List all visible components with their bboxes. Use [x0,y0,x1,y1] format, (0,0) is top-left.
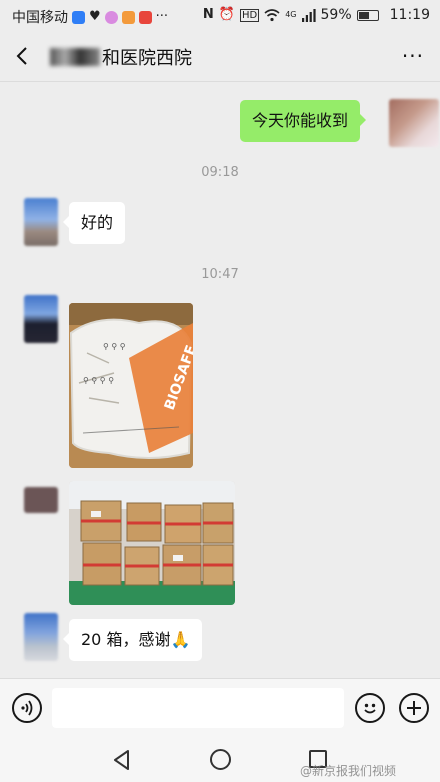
chevron-left-icon [16,47,27,65]
carrier-label: 中国移动 [12,10,68,26]
watermark: @新京报我们视频 [300,764,397,778]
contact-avatar[interactable] [24,198,58,246]
message-text: 好的 [81,213,114,232]
received-message-bubble[interactable]: 20 箱，感谢🙏 [62,619,203,661]
battery-percent: 59% [320,7,352,23]
redacted-name [50,48,100,66]
cartons-photo-image [69,481,235,605]
package-photo[interactable]: ⚲ ⚲ ⚲ ⚲ ⚲ ⚲ ⚲ BIOSAFE [69,303,193,468]
cartons-photo[interactable] [69,481,235,605]
my-avatar[interactable] [389,99,439,147]
chat-header: 和医院西院 ··· [0,32,440,82]
message-list[interactable]: 今天你能收到 09:18 好的 10:47 ⚲ ⚲ ⚲ ⚲ ⚲ ⚲ ⚲ BIOS… [0,83,440,678]
message-input[interactable] [52,688,344,728]
flower-app-icon [104,10,118,24]
play-app-icon [121,10,135,24]
more-notifications-icon: ··· [155,9,169,24]
news-app-icon [138,10,152,24]
status-bar: 中国移动 ♥ ··· N ⏰ HD 4G 59% 11:19 [0,0,440,32]
system-nav-bar: @新京报我们视频 [0,738,440,782]
nfc-icon: N [202,7,214,22]
chat-title: 和医院西院 [50,44,192,70]
clock: 11:19 [389,7,430,23]
contact-avatar[interactable] [24,613,58,661]
nav-home-icon[interactable] [210,749,231,770]
hd-icon: HD [239,8,260,22]
svg-text:⚲ ⚲ ⚲ ⚲: ⚲ ⚲ ⚲ ⚲ [83,376,114,385]
status-bar-left: 中国移动 ♥ ··· [12,7,168,27]
voice-icon [21,700,33,716]
alarm-icon: ⏰ [218,7,235,22]
voice-input-button[interactable] [12,693,42,723]
emoji-icon [364,703,376,714]
contact-avatar[interactable] [24,487,58,513]
battery-icon [356,9,379,21]
message-text: 20 箱，感谢🙏 [81,630,191,649]
received-message-bubble[interactable]: 好的 [62,202,126,244]
status-bar-right: N ⏰ HD 4G 59% 11:19 [203,7,430,23]
signal-icon [301,8,316,22]
shield-app-icon [72,10,85,24]
chat-title-text: 和医院西院 [102,48,192,69]
package-photo-image: ⚲ ⚲ ⚲ ⚲ ⚲ ⚲ ⚲ BIOSAFE [69,303,193,468]
network-type-label: 4G [285,10,297,19]
message-text: 今天你能收到 [252,111,349,130]
more-options-button[interactable]: ··· [402,46,424,66]
nav-back-icon[interactable] [112,749,132,771]
svg-text:⚲ ⚲ ⚲: ⚲ ⚲ ⚲ [103,342,126,351]
back-button[interactable] [8,41,38,71]
message-timestamp: 10:47 [201,267,239,282]
contact-avatar[interactable] [24,295,58,343]
plus-icon [407,701,421,715]
wifi-icon [264,8,280,21]
more-functions-button[interactable] [399,693,429,723]
input-bar [0,678,440,738]
message-timestamp: 09:18 [201,165,239,180]
emoji-button[interactable] [355,693,385,723]
sent-message-bubble[interactable]: 今天你能收到 [240,100,367,142]
heart-app-icon: ♥ [89,9,101,24]
battery-fill [358,11,369,19]
